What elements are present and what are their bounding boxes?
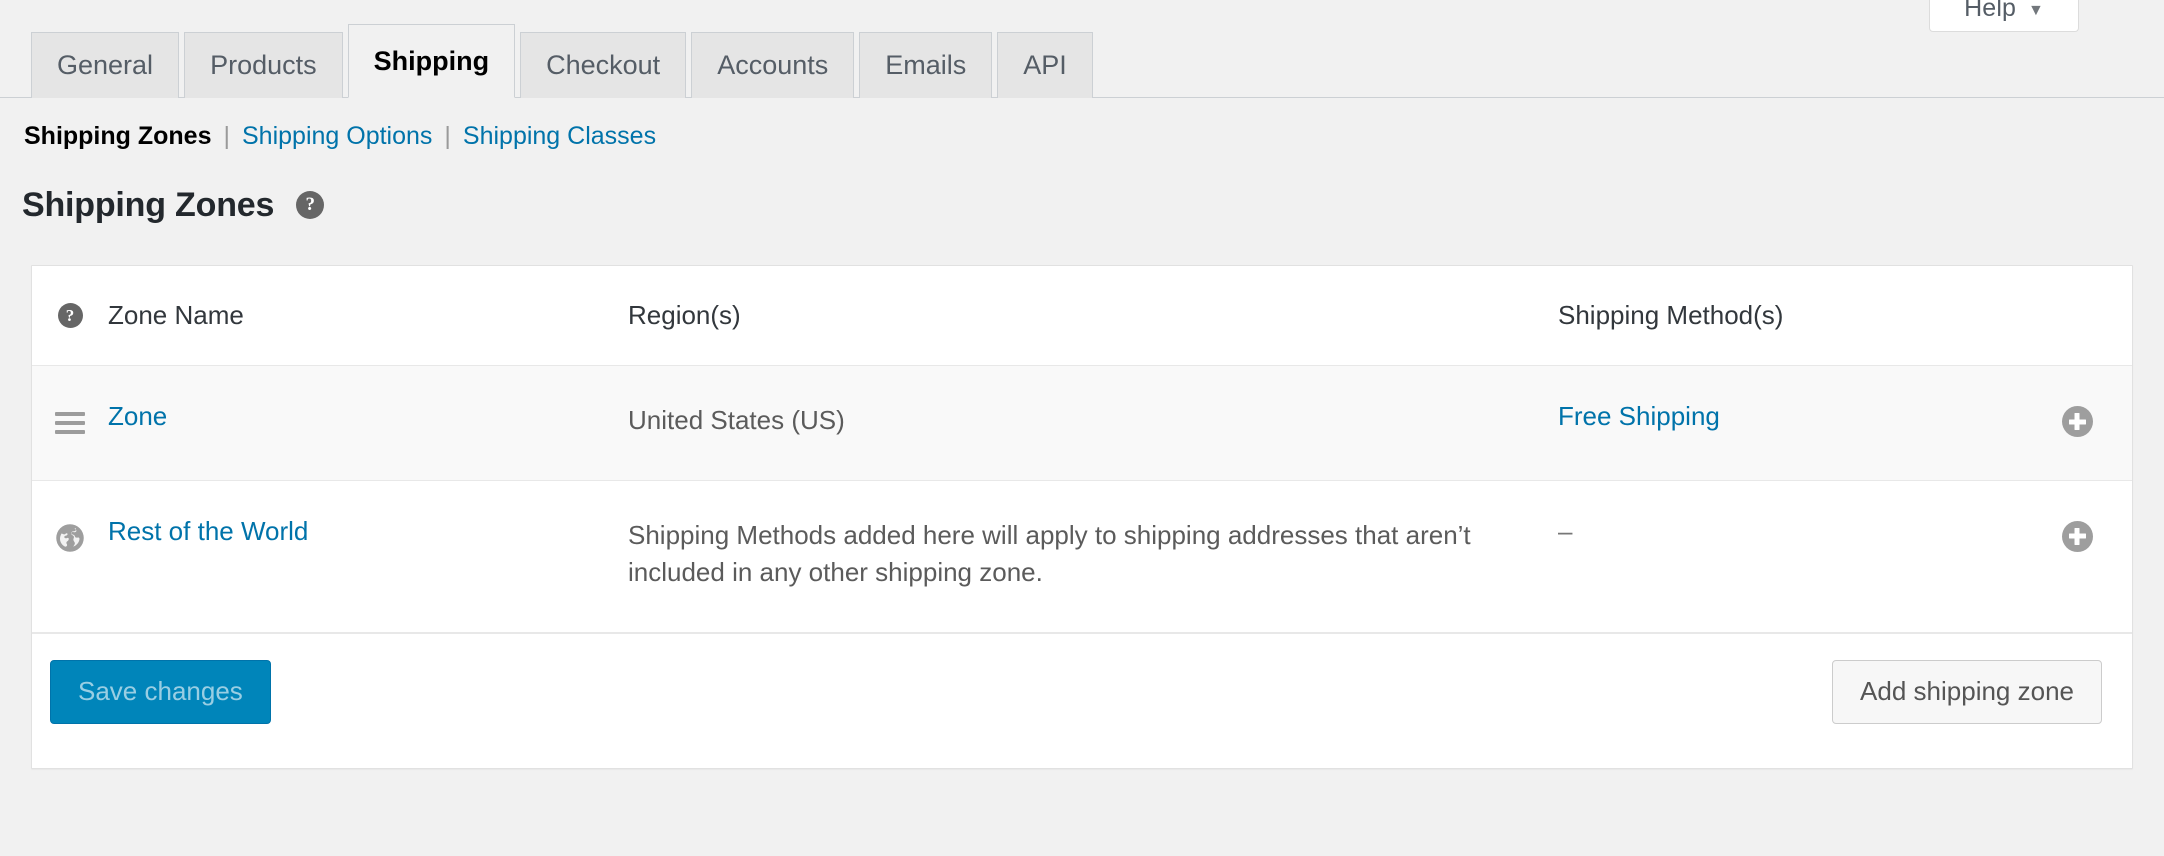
column-header-zone-name: Zone Name (108, 300, 244, 330)
add-shipping-zone-button[interactable]: Add shipping zone (1832, 660, 2102, 725)
header-cell-tip: ? (32, 303, 108, 328)
page-title-row: Shipping Zones ? (22, 186, 325, 224)
shipping-subnav: Shipping Zones | Shipping Options | Ship… (24, 124, 656, 149)
tab-shipping[interactable]: Shipping (347, 24, 516, 98)
table-row: Rest of the World Shipping Methods added… (32, 481, 2132, 634)
tab-api[interactable]: API (997, 32, 1093, 98)
drag-handle-icon[interactable] (55, 412, 85, 434)
header-cell-zone-name: Zone Name (108, 302, 628, 329)
shipping-method-link[interactable]: Free Shipping (1558, 401, 1720, 431)
subnav-separator-1: | (223, 122, 231, 150)
tab-products[interactable]: Products (184, 32, 343, 98)
tab-accounts[interactable]: Accounts (691, 32, 855, 98)
row-regions-cell: Shipping Methods added here will apply t… (628, 517, 1558, 592)
zone-regions-text: Shipping Methods added here will apply t… (628, 519, 1471, 588)
row-drag-cell[interactable] (32, 402, 108, 434)
subnav-item-shipping-options[interactable]: Shipping Options (242, 124, 432, 149)
page-title: Shipping Zones (22, 186, 275, 224)
zone-name-link[interactable]: Zone (108, 401, 167, 431)
header-cell-methods: Shipping Method(s) (1558, 302, 2022, 329)
settings-tab-bar: General Products Shipping Checkout Accou… (0, 0, 2164, 98)
row-add-method-cell (2022, 402, 2132, 437)
help-circle-icon[interactable]: ? (296, 191, 325, 219)
tab-emails[interactable]: Emails (859, 32, 993, 98)
column-header-methods: Shipping Method(s) (1558, 300, 1784, 330)
row-methods-cell: – (1558, 515, 2022, 546)
tab-general[interactable]: General (31, 32, 180, 98)
save-changes-button[interactable]: Save changes (50, 660, 271, 725)
column-header-regions: Region(s) (628, 300, 741, 330)
row-add-method-cell (2022, 517, 2132, 552)
tab-checkout[interactable]: Checkout (520, 32, 687, 98)
subnav-item-shipping-zones: Shipping Zones (24, 122, 212, 150)
shipping-zones-table: ? Zone Name Region(s) Shipping Method(s)… (31, 265, 2133, 770)
row-globe-cell (32, 517, 108, 553)
row-methods-cell: Free Shipping (1558, 402, 2022, 431)
shipping-method-empty: – (1558, 515, 1573, 546)
zone-name-link[interactable]: Rest of the World (108, 516, 308, 546)
plus-circle-icon[interactable] (2061, 406, 2093, 437)
row-regions-cell: United States (US) (628, 402, 1558, 440)
subnav-item-shipping-classes[interactable]: Shipping Classes (463, 124, 656, 149)
zone-regions-text: United States (US) (628, 405, 845, 435)
subnav-separator-2: | (444, 122, 451, 150)
row-zone-name-cell: Rest of the World (108, 516, 628, 546)
help-circle-icon[interactable]: ? (57, 303, 83, 328)
row-zone-name-cell: Zone (108, 402, 628, 431)
table-row: Zone United States (US) Free Shipping (32, 366, 2132, 481)
table-footer: Save changes Add shipping zone (32, 633, 2132, 768)
header-cell-regions: Region(s) (628, 302, 1558, 329)
globe-icon (56, 523, 84, 552)
shipping-zones-page: Help ▼ General Products Shipping Checkou… (0, 0, 2164, 856)
table-header-row: ? Zone Name Region(s) Shipping Method(s) (32, 266, 2132, 366)
plus-circle-icon[interactable] (2061, 520, 2093, 552)
